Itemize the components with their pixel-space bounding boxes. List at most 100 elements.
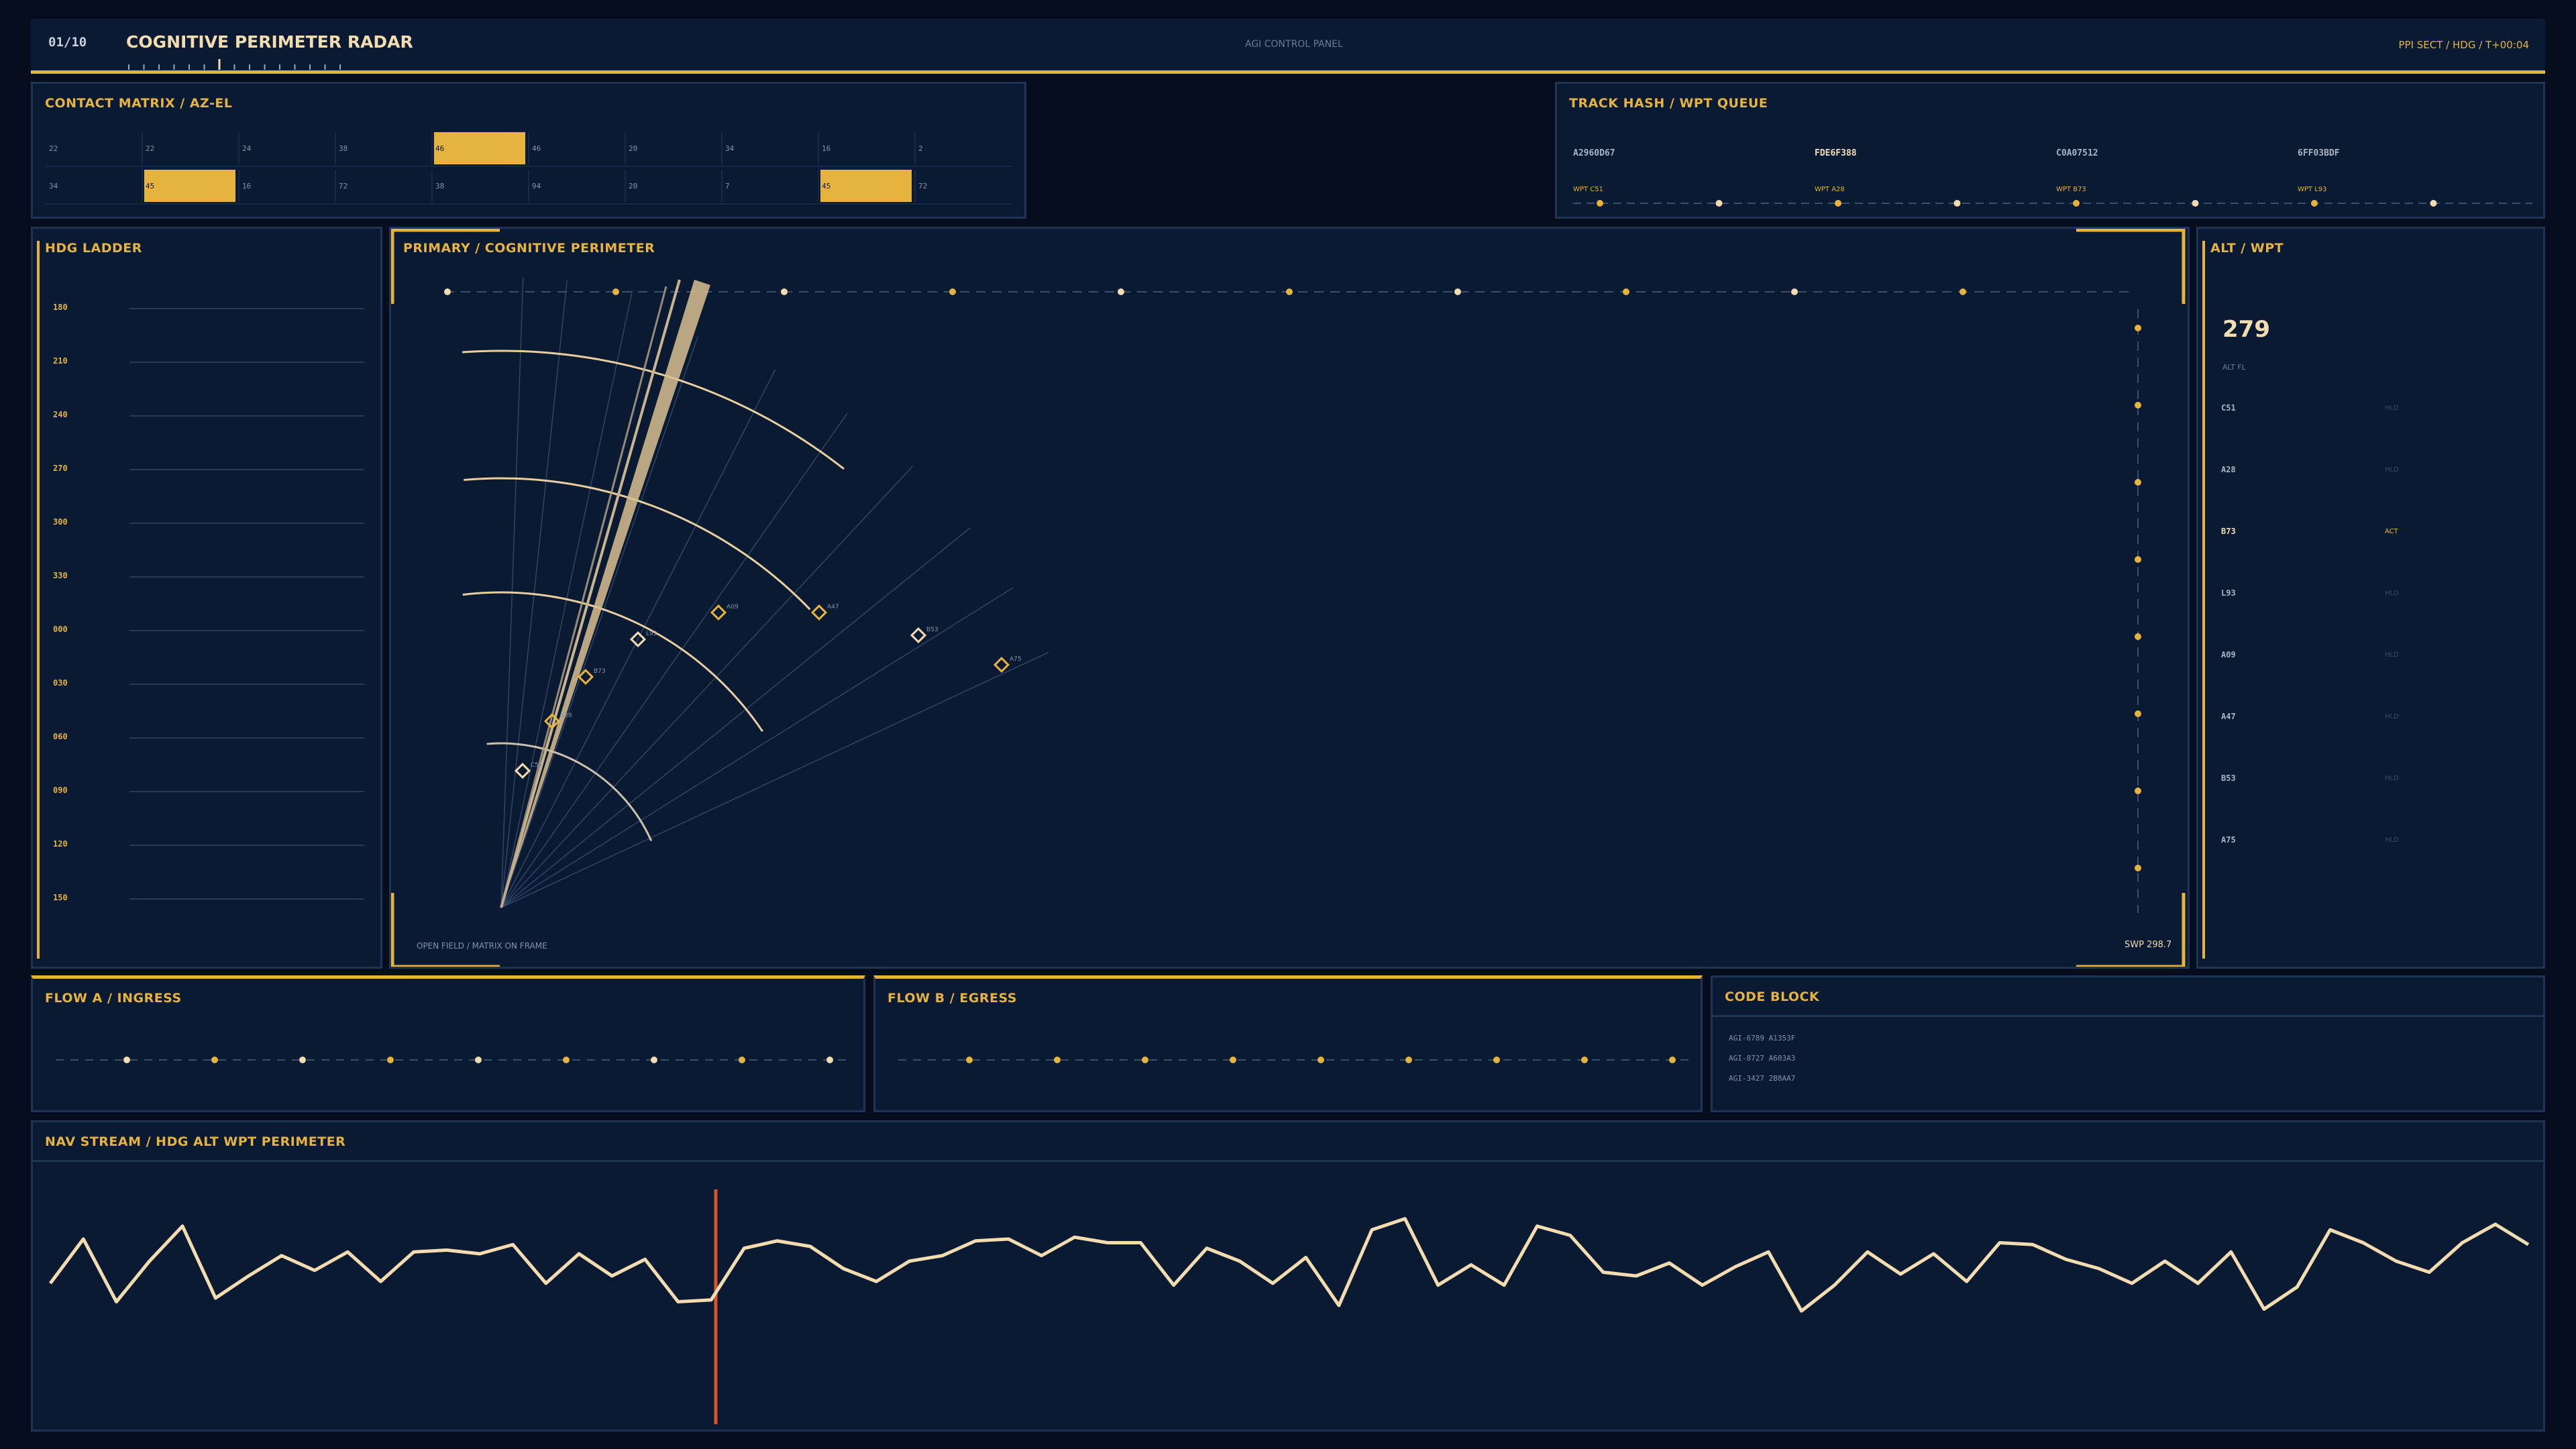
flow-a-title: FLOW A / INGRESS	[45, 991, 182, 1006]
contact-matrix-grid: 22 22 24 38 46 46 20 34 16 2 34 45 16 72 38 94 20 7 45 72	[45, 132, 1011, 206]
contact-cell-divider	[721, 170, 722, 202]
code-block-title: CODE BLOCK	[1725, 989, 1820, 1004]
wpt-queue-item: WPT C51	[1573, 186, 1603, 193]
contact-cell-divider	[914, 132, 916, 164]
hdg-tick-label: 120	[53, 839, 68, 849]
radar-right-marker	[2135, 556, 2141, 563]
code-line: AGI-8727 A603A3	[1729, 1054, 1796, 1063]
radar-radial-line	[500, 336, 698, 908]
radar-right-marker	[2135, 402, 2141, 409]
hdg-tick-line	[129, 684, 364, 685]
radar-contact: A47	[810, 604, 839, 621]
flow-node	[826, 1057, 833, 1063]
hdg-tick-label: 000	[53, 625, 68, 634]
nav-stream-title: NAV STREAM / HDG ALT WPT PERIMETER	[45, 1134, 346, 1149]
wpt-queue-dot	[1715, 200, 1723, 207]
radar-right-marker	[2135, 633, 2141, 640]
contact-cell-value: 16	[822, 144, 831, 153]
contact-cell-value: 7	[725, 182, 730, 191]
flow-node	[1669, 1057, 1676, 1063]
contact-row-divider	[45, 203, 1011, 205]
radar-right-marker	[2135, 865, 2141, 871]
wpt-queue-dot	[1835, 200, 1841, 207]
contact-cell-value: 45	[146, 182, 155, 191]
contact-cell-value: 22	[146, 144, 155, 153]
contact-row-divider	[45, 166, 1011, 167]
hdg-tick-label: 300	[53, 517, 68, 527]
contact-cell-divider	[528, 170, 529, 202]
wpt-state-code: C51	[2221, 403, 2236, 413]
wpt-state-code: L93	[2221, 588, 2236, 598]
radar-contact-diamond	[810, 604, 828, 621]
code-line: AGI-6789 A1353F	[1729, 1034, 1796, 1042]
radar-display[interactable]: C51 A28 B73 L93 A09 A47 B53 A75	[391, 229, 2188, 967]
alt-wpt-panel: ALT / WPT 279 ALT FL C51 HLD A28 HLD B73 ACT L…	[2196, 227, 2545, 969]
wpt-state-code: A75	[2221, 835, 2236, 845]
contact-cell-highlight	[144, 170, 235, 202]
flow-b-track	[898, 1057, 1694, 1063]
wpt-state-code: B73	[2221, 527, 2236, 536]
wpt-state-value: HLD	[2385, 466, 2399, 474]
radar-contact-diamond	[993, 656, 1010, 674]
wpt-state-code: A28	[2221, 465, 2236, 474]
flow-node	[1493, 1057, 1500, 1063]
contact-cell-value: 72	[339, 182, 348, 191]
flow-a-panel: FLOW A / INGRESS	[31, 975, 865, 1112]
contact-cell-value: 16	[242, 182, 252, 191]
radar-right-marker	[2135, 479, 2141, 486]
hdg-ladder-panel: HDG LADDER 180 210 240 270 300 330 000 030 060 09…	[31, 227, 382, 969]
radar-top-marker	[612, 288, 619, 295]
page-index: 01/10	[48, 35, 87, 50]
wpt-state-value: HLD	[2385, 775, 2399, 782]
contact-cell-value: 20	[629, 144, 638, 153]
wpt-queue-dot	[1953, 200, 1961, 207]
hdg-tick-label: 060	[53, 732, 68, 741]
radar-contact-label: A09	[727, 604, 739, 610]
radar-top-marker	[1118, 288, 1124, 295]
hdg-tick-line	[129, 523, 364, 524]
radar-top-marker	[1791, 288, 1798, 295]
nav-stream-chart[interactable]	[33, 1163, 2542, 1431]
flow-node	[739, 1057, 745, 1063]
hdg-tick-line	[129, 308, 364, 309]
radar-radial-line	[500, 413, 848, 908]
radar-top-marker	[781, 288, 788, 295]
radar-contact-label: B53	[926, 627, 938, 633]
radar-contact: A09	[710, 604, 739, 621]
contact-cell-divider	[431, 170, 433, 202]
wpt-state-code: A47	[2221, 712, 2236, 721]
contact-cell-divider	[914, 170, 916, 202]
contact-cell-value: 2	[918, 144, 923, 153]
radar-contact: B53	[910, 627, 938, 644]
radar-right-marker	[2135, 788, 2141, 794]
radar-contact-diamond	[710, 604, 727, 621]
radar-top-marker	[1960, 288, 1966, 295]
flow-node	[123, 1057, 130, 1063]
radar-contact-label: L93	[646, 631, 657, 637]
wpt-state-value: ACT	[2385, 528, 2398, 535]
flow-node	[1581, 1057, 1588, 1063]
hdg-tick-label: 270	[53, 464, 68, 473]
wpt-queue-dot	[1597, 200, 1603, 207]
contact-cell-value: 46	[532, 144, 541, 153]
hdg-tick-line	[129, 791, 364, 792]
contact-cell-divider	[528, 132, 529, 164]
wpt-state-value: HLD	[2385, 590, 2399, 597]
contact-cell-value: 22	[49, 144, 58, 153]
hdg-tick-label: 090	[53, 786, 68, 795]
radar-corner-bracket	[391, 893, 500, 967]
contact-matrix-title: CONTACT MATRIX / AZ-EL	[45, 96, 233, 111]
contact-cell-divider	[625, 132, 626, 164]
radar-top-marker	[949, 288, 956, 295]
flow-node	[1054, 1057, 1061, 1063]
flow-node	[1230, 1057, 1236, 1063]
radar-corner-bracket	[2076, 229, 2186, 304]
radar-contact-label: C51	[531, 762, 543, 769]
flow-node	[563, 1057, 570, 1063]
hdg-tick-label: 180	[53, 303, 68, 312]
wpt-state-value: HLD	[2385, 713, 2399, 720]
radar-top-marker	[1286, 288, 1293, 295]
wpt-queue-dot	[2311, 200, 2318, 207]
radar-contact-label: A75	[1010, 656, 1022, 663]
hdg-ladder-scale: 180 210 240 270 300 330 000 030 060 090 120 150	[33, 229, 382, 967]
